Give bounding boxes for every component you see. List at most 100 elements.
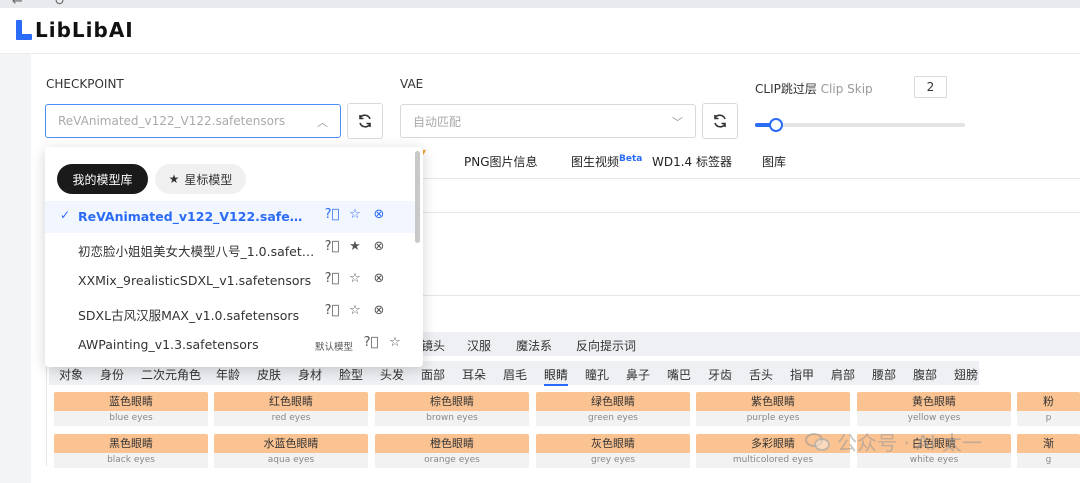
subcategory-item[interactable]: 二次元角色	[141, 366, 201, 383]
subcategory-item[interactable]: 肩部	[831, 366, 855, 383]
tag-card[interactable]: 粉p	[1017, 392, 1080, 426]
tag-card[interactable]: 红色眼睛 red eyes	[214, 392, 368, 426]
starred-models-pill[interactable]: ★ 星标模型	[155, 164, 246, 194]
chevron-up-icon: ︿	[317, 116, 328, 129]
close-circle-icon[interactable]: ⊗	[371, 207, 387, 223]
subcategory-item-active[interactable]: 眼睛	[544, 366, 569, 386]
subcategory-item[interactable]: 嘴巴	[667, 366, 691, 383]
vae-label: VAE	[400, 77, 424, 91]
watermark: 公众号 · AI 太一	[805, 427, 982, 456]
tab-wd-tagger[interactable]: WD1.4 标签器	[652, 153, 732, 170]
logo-text: LibLibAI	[35, 18, 134, 42]
category-hanfu[interactable]: 汉服	[467, 337, 491, 354]
model-item-selected[interactable]: ✓ ReVAnimated_v122_V122.safetensors ?⃝ ☆…	[45, 201, 417, 233]
subcategory-item[interactable]: 翅膀	[954, 366, 978, 383]
question-circle-icon[interactable]: ?⃝	[324, 271, 340, 287]
wechat-icon	[805, 431, 831, 453]
close-circle-icon[interactable]: ⊗	[371, 239, 387, 255]
checkpoint-dropdown: 我的模型库 ★ 星标模型 ✓ ReVAnimated_v122_V122.saf…	[45, 147, 423, 367]
clip-skip-input[interactable]: 2	[914, 76, 947, 98]
checkpoint-select-value: ReVAnimated_v122_V122.safetensors	[58, 114, 286, 128]
subcategory-item[interactable]: 耳朵	[462, 366, 486, 383]
divider	[411, 178, 1080, 179]
question-circle-icon[interactable]: ?⃝	[324, 207, 340, 223]
subcategory-item[interactable]: 面部	[421, 366, 445, 383]
tag-card[interactable]: 绿色眼睛 green eyes	[536, 392, 690, 426]
refresh-icon	[714, 114, 726, 128]
close-circle-icon[interactable]: ⊗	[371, 271, 387, 287]
close-circle-icon[interactable]: ⊗	[371, 303, 387, 319]
star-outline-icon[interactable]: ☆	[347, 271, 363, 287]
browser-toolbar: ← ↻	[0, 0, 1080, 9]
subcategory-item[interactable]: 年龄	[216, 366, 240, 383]
star-filled-icon: ★	[168, 172, 180, 186]
model-name: 初恋脸小姐姐美女大模型八号_1.0.safetensors	[78, 244, 316, 259]
check-icon: ✓	[60, 208, 71, 222]
tag-card[interactable]: 渐g	[1017, 434, 1080, 468]
subcategory-item[interactable]: 脸型	[339, 366, 363, 383]
subcategory-item[interactable]: 头发	[380, 366, 404, 383]
model-name: AWPainting_v1.3.safetensors	[78, 337, 259, 352]
subcategory-item[interactable]: 瞳孔	[585, 366, 609, 383]
top-header: LibLibAI	[0, 8, 1080, 54]
subcategory-item[interactable]: 腰部	[872, 366, 896, 383]
subcategory-item[interactable]: 身份	[100, 366, 124, 383]
tag-card[interactable]: 橙色眼睛 orange eyes	[375, 434, 529, 468]
tag-card[interactable]: 水蓝色眼睛 aqua eyes	[214, 434, 368, 468]
subcategory-item[interactable]: 舌头	[749, 366, 773, 383]
model-item[interactable]: XXMix_9realisticSDXL_v1.safetensors ?⃝ ☆…	[45, 265, 417, 297]
model-name: XXMix_9realisticSDXL_v1.safetensors	[78, 273, 312, 288]
subcategory-item[interactable]: 牙齿	[708, 366, 732, 383]
subcategory-item[interactable]: 身材	[298, 366, 322, 383]
star-outline-icon[interactable]: ☆	[347, 303, 363, 319]
question-circle-icon[interactable]: ?⃝	[363, 335, 379, 351]
star-outline-icon[interactable]: ☆	[347, 207, 363, 223]
star-outline-icon[interactable]: ☆	[387, 335, 403, 351]
vae-select[interactable]: 自动匹配 ﹀	[400, 104, 696, 138]
clip-skip-label: CLIP跳过层 Clip Skip	[755, 80, 873, 97]
category-magic[interactable]: 魔法系	[516, 337, 552, 354]
tab-img2video[interactable]: 图生视频Beta	[571, 153, 642, 170]
model-item[interactable]: 初恋脸小姐姐美女大模型八号_1.0.safetensors ?⃝ ★ ⊗	[45, 233, 417, 265]
clip-skip-slider-track[interactable]	[755, 123, 965, 127]
tag-card[interactable]: 黑色眼睛 black eyes	[54, 434, 208, 468]
vae-refresh-button[interactable]	[702, 103, 738, 139]
liblib-logo[interactable]: LibLibAI	[16, 20, 134, 40]
category-lens[interactable]: 镜头	[421, 337, 445, 354]
tag-card[interactable]: 紫色眼睛 purple eyes	[696, 392, 850, 426]
divider	[411, 295, 1080, 296]
tag-card[interactable]: 蓝色眼睛 blue eyes	[54, 392, 208, 426]
clip-skip-label-en: Clip Skip	[820, 82, 873, 96]
dropdown-scrollbar[interactable]	[415, 151, 420, 243]
subcategory-item[interactable]: 皮肤	[257, 366, 281, 383]
model-item[interactable]: SDXL古风汉服MAX_v1.0.safetensors ?⃝ ☆ ⊗	[45, 297, 417, 329]
star-filled-icon[interactable]: ★	[347, 239, 363, 255]
refresh-icon	[359, 114, 371, 128]
checkpoint-select[interactable]: ReVAnimated_v122_V122.safetensors ︿	[45, 104, 341, 138]
model-name: SDXL古风汉服MAX_v1.0.safetensors	[78, 308, 300, 323]
vae-select-placeholder: 自动匹配	[413, 114, 462, 129]
subcategory-item[interactable]: 指甲	[790, 366, 814, 383]
checkpoint-label: CHECKPOINT	[46, 77, 124, 91]
subcategory-item[interactable]: 腹部	[913, 366, 937, 383]
subcategory-item[interactable]: 对象	[59, 366, 83, 383]
default-model-tag: 默认模型	[315, 342, 354, 353]
subcategory-item[interactable]: 眉毛	[503, 366, 527, 383]
question-circle-icon[interactable]: ?⃝	[324, 303, 340, 319]
checkpoint-refresh-button[interactable]	[347, 103, 383, 139]
model-item[interactable]: AWPainting_v1.3.safetensors 默认模型 ?⃝ ☆	[45, 329, 417, 361]
tab-gallery[interactable]: 图库	[762, 153, 786, 170]
tag-card[interactable]: 灰色眼睛 grey eyes	[536, 434, 690, 468]
category-negative-prompt[interactable]: 反向提示词	[576, 337, 636, 354]
beta-badge: Beta	[619, 154, 643, 164]
watermark-text: 公众号 · AI 太一	[837, 431, 983, 455]
divider	[411, 212, 1080, 213]
tab-png-info[interactable]: PNG图片信息	[464, 153, 538, 170]
subcategory-item[interactable]: 鼻子	[626, 366, 650, 383]
my-models-pill[interactable]: 我的模型库	[57, 164, 148, 194]
clip-skip-slider-thumb[interactable]	[769, 118, 783, 132]
logo-mark-icon	[16, 20, 32, 40]
tag-card[interactable]: 棕色眼睛 brown eyes	[375, 392, 529, 426]
question-circle-icon[interactable]: ?⃝	[324, 239, 340, 255]
tag-card[interactable]: 黄色眼睛 yellow eyes	[857, 392, 1011, 426]
